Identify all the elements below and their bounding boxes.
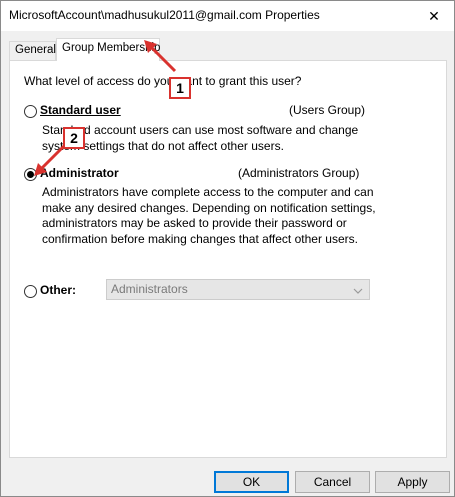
step-callout-1: 1 bbox=[169, 77, 191, 99]
administrator-description: Administrators have complete access to t… bbox=[42, 185, 376, 246]
properties-dialog: MicrosoftAccount\madhusukul2011@gmail.co… bbox=[0, 0, 455, 497]
other-radio[interactable] bbox=[24, 285, 37, 298]
step-callout-2: 2 bbox=[63, 127, 85, 149]
other-group-select-value: Administrators bbox=[111, 282, 188, 296]
window-title: MicrosoftAccount\madhusukul2011@gmail.co… bbox=[9, 8, 320, 22]
cancel-button[interactable]: Cancel bbox=[295, 471, 370, 493]
standard-user-radio[interactable] bbox=[24, 105, 37, 118]
group-membership-panel: What level of access do you want to gran… bbox=[9, 60, 447, 458]
close-icon: ✕ bbox=[428, 7, 440, 24]
tab-general[interactable]: General bbox=[9, 41, 56, 61]
chevron-down-icon bbox=[353, 284, 363, 298]
apply-button[interactable]: Apply bbox=[375, 471, 450, 493]
callout-arrow-1 bbox=[144, 40, 177, 73]
standard-user-label[interactable]: Standard user bbox=[40, 103, 121, 117]
tab-strip: General Group Membership bbox=[1, 31, 454, 61]
close-button[interactable]: ✕ bbox=[414, 1, 454, 31]
ok-button[interactable]: OK bbox=[214, 471, 289, 493]
other-label[interactable]: Other: bbox=[40, 283, 76, 297]
users-group-label: (Users Group) bbox=[289, 103, 366, 117]
administrators-group-label: (Administrators Group) bbox=[238, 166, 360, 180]
other-group-select[interactable]: Administrators bbox=[106, 279, 370, 300]
title-bar: MicrosoftAccount\madhusukul2011@gmail.co… bbox=[1, 1, 454, 31]
standard-user-description: Standard account users can use most soft… bbox=[42, 123, 359, 153]
